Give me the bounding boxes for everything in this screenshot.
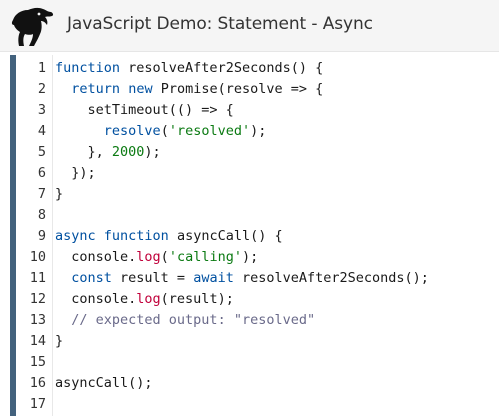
code-line[interactable]: 2 return new Promise(resolve => {	[16, 79, 499, 100]
code-token-kw: resolve	[103, 123, 161, 139]
code-token-fn: log	[136, 249, 161, 265]
code-token-kw: async	[55, 228, 96, 244]
code-token-kw: function	[103, 228, 169, 244]
code-line[interactable]: 3 setTimeout(() => {	[16, 100, 499, 121]
line-number: 9	[37, 228, 46, 244]
code-line[interactable]: 13 // expected output: "resolved"	[16, 310, 499, 331]
code-token-plain: }	[55, 186, 64, 202]
code-token-kw: return	[71, 81, 121, 97]
code-text: }, 2000);	[55, 142, 161, 163]
code-line[interactable]: 8	[16, 205, 499, 226]
line-number: 10	[29, 249, 46, 265]
code-text: // expected output: "resolved"	[55, 310, 315, 331]
code-text: }	[55, 331, 63, 352]
line-number: 11	[29, 270, 46, 286]
code-line[interactable]: 5 }, 2000);	[16, 142, 499, 163]
line-number: 16	[29, 375, 46, 391]
code-text: const result = await resolveAfter2Second…	[55, 268, 429, 289]
code-token-plain: );	[144, 144, 161, 160]
code-token-plain: (	[160, 123, 169, 139]
code-text: asyncCall();	[55, 373, 153, 394]
code-line[interactable]: 10 console.log('calling');	[16, 247, 499, 268]
code-line[interactable]: 6 });	[16, 163, 499, 184]
demo-frame: JavaScript Demo: Statement - Async 1 func…	[0, 0, 499, 416]
code-text: setTimeout(() => {	[55, 100, 234, 121]
line-number: 15	[29, 354, 46, 370]
line-number: 4	[37, 123, 46, 139]
line-number: 7	[37, 186, 46, 202]
code-line[interactable]: 7}	[16, 184, 499, 205]
page-title: JavaScript Demo: Statement - Async	[67, 14, 373, 34]
line-number: 2	[37, 81, 46, 97]
code-token-plain: resolveAfter2Seconds() {	[120, 60, 324, 76]
code-token-plain: (result);	[160, 291, 234, 307]
line-number: 17	[29, 396, 46, 412]
code-text: });	[55, 163, 96, 184]
code-token-plain: }	[55, 333, 64, 349]
code-token-kw: function	[55, 60, 121, 76]
code-text: function resolveAfter2Seconds() {	[55, 58, 323, 79]
code-editor[interactable]: 1 function resolveAfter2Seconds() {2 retu…	[10, 55, 499, 416]
code-text: console.log('calling');	[55, 247, 258, 268]
code-token-str: 'calling'	[168, 249, 242, 265]
code-token-plain: (	[160, 249, 169, 265]
code-token-plain: );	[241, 249, 259, 265]
code-line[interactable]: 17	[16, 394, 499, 415]
code-token-kw: new	[128, 81, 153, 97]
code-token-plain: },	[55, 144, 112, 160]
code-line[interactable]: 9 async function asyncCall() {	[16, 226, 499, 247]
code-token-plain: console.	[55, 291, 137, 307]
code-token-kw: await	[193, 270, 234, 286]
line-number: 8	[37, 207, 46, 223]
line-number: 1	[37, 60, 46, 76]
line-number: 6	[37, 165, 46, 181]
code-token-plain: result =	[111, 270, 194, 286]
code-token-plain: asyncCall() {	[168, 228, 283, 244]
code-text: resolve('resolved');	[55, 121, 267, 142]
code-line[interactable]: 11 const result = await resolveAfter2Sec…	[16, 268, 499, 289]
code-line[interactable]: 1 function resolveAfter2Seconds() {	[16, 58, 499, 79]
code-token-plain: asyncCall();	[55, 375, 153, 391]
code-token-plain: Promise(resolve => {	[152, 81, 324, 97]
code-token-plain: });	[55, 165, 96, 181]
demo-header: JavaScript Demo: Statement - Async	[0, 0, 499, 52]
code-token-kw: const	[71, 270, 112, 286]
line-number: 13	[29, 312, 46, 328]
code-line[interactable]: 12 console.log(result);	[16, 289, 499, 310]
code-token-plain: );	[250, 123, 267, 139]
code-line[interactable]: 4 resolve('resolved');	[16, 121, 499, 142]
code-token-fn: log	[136, 291, 161, 307]
code-token-num: 2000	[111, 144, 145, 160]
line-number: 5	[37, 144, 46, 160]
code-line[interactable]: 16 asyncCall();	[16, 373, 499, 394]
code-line[interactable]: 14}	[16, 331, 499, 352]
code-text: async function asyncCall() {	[55, 226, 283, 247]
code-text: console.log(result);	[55, 289, 234, 310]
line-number: 14	[29, 333, 46, 349]
mdn-dinosaur-logo-icon	[11, 7, 54, 46]
code-line[interactable]: 15	[16, 352, 499, 373]
code-token-str: 'resolved'	[168, 123, 251, 139]
line-number: 12	[29, 291, 46, 307]
code-text: return new Promise(resolve => {	[55, 79, 323, 100]
code-token-plain: setTimeout(() => {	[55, 102, 234, 118]
code-token-cmt: // expected output: "resolved"	[71, 312, 316, 328]
code-token-plain: console.	[55, 249, 137, 265]
code-token-plain: resolveAfter2Seconds();	[233, 270, 429, 286]
line-number: 3	[37, 102, 46, 118]
code-text: }	[55, 184, 63, 205]
